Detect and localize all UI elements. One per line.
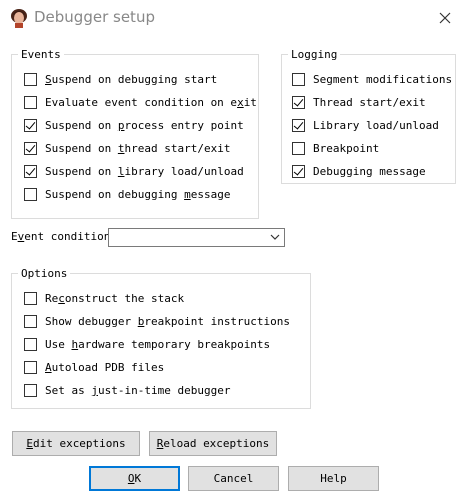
options-item-label: Use hardware temporary breakpoints [45,338,271,351]
events-item[interactable]: Suspend on library load/unload [24,163,244,180]
logging-item-label: Thread start/exit [313,96,426,109]
help-label: Help [320,472,347,485]
logging-item-label: Debugging message [313,165,426,178]
events-item-label: Evaluate event condition on exit [45,96,257,109]
logging-item[interactable]: Library load/unload [292,117,439,134]
events-item[interactable]: Suspend on debugging start [24,71,217,88]
window-title: Debugger setup [34,8,155,26]
logging-item[interactable]: Thread start/exit [292,94,426,111]
cancel-label: Cancel [213,472,254,485]
logging-item-label: Library load/unload [313,119,439,132]
options-legend: Options [21,267,68,280]
checkbox-unchecked[interactable] [24,96,37,109]
checkbox-unchecked[interactable] [292,142,305,155]
cancel-button[interactable]: Cancel [188,466,279,491]
events-item[interactable]: Suspend on process entry point [24,117,244,134]
events-item-label: Suspend on thread start/exit [45,142,231,155]
event-condition-combo[interactable] [108,228,285,247]
edit-exceptions-button[interactable]: Edit exceptions [12,431,140,456]
chevron-down-icon[interactable] [269,231,281,243]
checkbox-unchecked[interactable] [24,338,37,351]
logging-item-label: Breakpoint [313,142,380,155]
options-item[interactable]: Autoload PDB files [24,359,164,376]
ok-label: OK [127,472,142,485]
edit-exceptions-label: Edit exceptions [26,437,126,450]
reload-exceptions-label: Reload exceptions [156,437,270,450]
checkbox-unchecked[interactable] [24,361,37,374]
options-item[interactable]: Show debugger breakpoint instructions [24,313,290,330]
options-item[interactable]: Reconstruct the stack [24,290,184,307]
checkbox-unchecked[interactable] [24,188,37,201]
checkbox-unchecked[interactable] [292,73,305,86]
logging-item[interactable]: Breakpoint [292,140,379,157]
help-button[interactable]: Help [288,466,379,491]
events-item[interactable]: Suspend on debugging message [24,186,230,203]
checkbox-checked[interactable] [24,142,37,155]
checkbox-unchecked[interactable] [24,73,37,86]
events-item-label: Suspend on debugging message [45,188,231,201]
logging-legend: Logging [291,48,338,61]
checkbox-checked[interactable] [292,119,305,132]
checkbox-checked[interactable] [24,119,37,132]
options-item-label: Reconstruct the stack [45,292,185,305]
events-item[interactable]: Evaluate event condition on exit [24,94,257,111]
options-item-label: Show debugger breakpoint instructions [45,315,291,328]
dialog-client: Events Suspend on debugging start Evaluat… [0,37,459,504]
checkbox-checked[interactable] [292,96,305,109]
checkbox-unchecked[interactable] [24,315,37,328]
logging-item-label: Segment modifications [313,73,453,86]
events-item[interactable]: Suspend on thread start/exit [24,140,230,157]
events-item-label: Suspend on process entry point [45,119,244,132]
events-legend: Events [21,48,61,61]
logging-item[interactable]: Segment modifications [292,71,452,88]
close-icon[interactable] [433,6,457,30]
titlebar: Debugger setup [0,0,459,37]
events-item-label: Suspend on debugging start [45,73,218,86]
reload-exceptions-button[interactable]: Reload exceptions [149,431,277,456]
event-condition-label: Event condition [11,230,111,243]
events-item-label: Suspend on library load/unload [45,165,244,178]
checkbox-unchecked[interactable] [24,384,37,397]
ida-app-icon [9,8,29,28]
options-item[interactable]: Set as just-in-time debugger [24,382,230,399]
options-item[interactable]: Use hardware temporary breakpoints [24,336,270,353]
ok-button[interactable]: OK [89,466,180,491]
options-item-label: Autoload PDB files [45,361,165,374]
options-item-label: Set as just-in-time debugger [45,384,231,397]
logging-item[interactable]: Debugging message [292,163,426,180]
checkbox-checked[interactable] [24,165,37,178]
checkbox-checked[interactable] [292,165,305,178]
checkbox-unchecked[interactable] [24,292,37,305]
